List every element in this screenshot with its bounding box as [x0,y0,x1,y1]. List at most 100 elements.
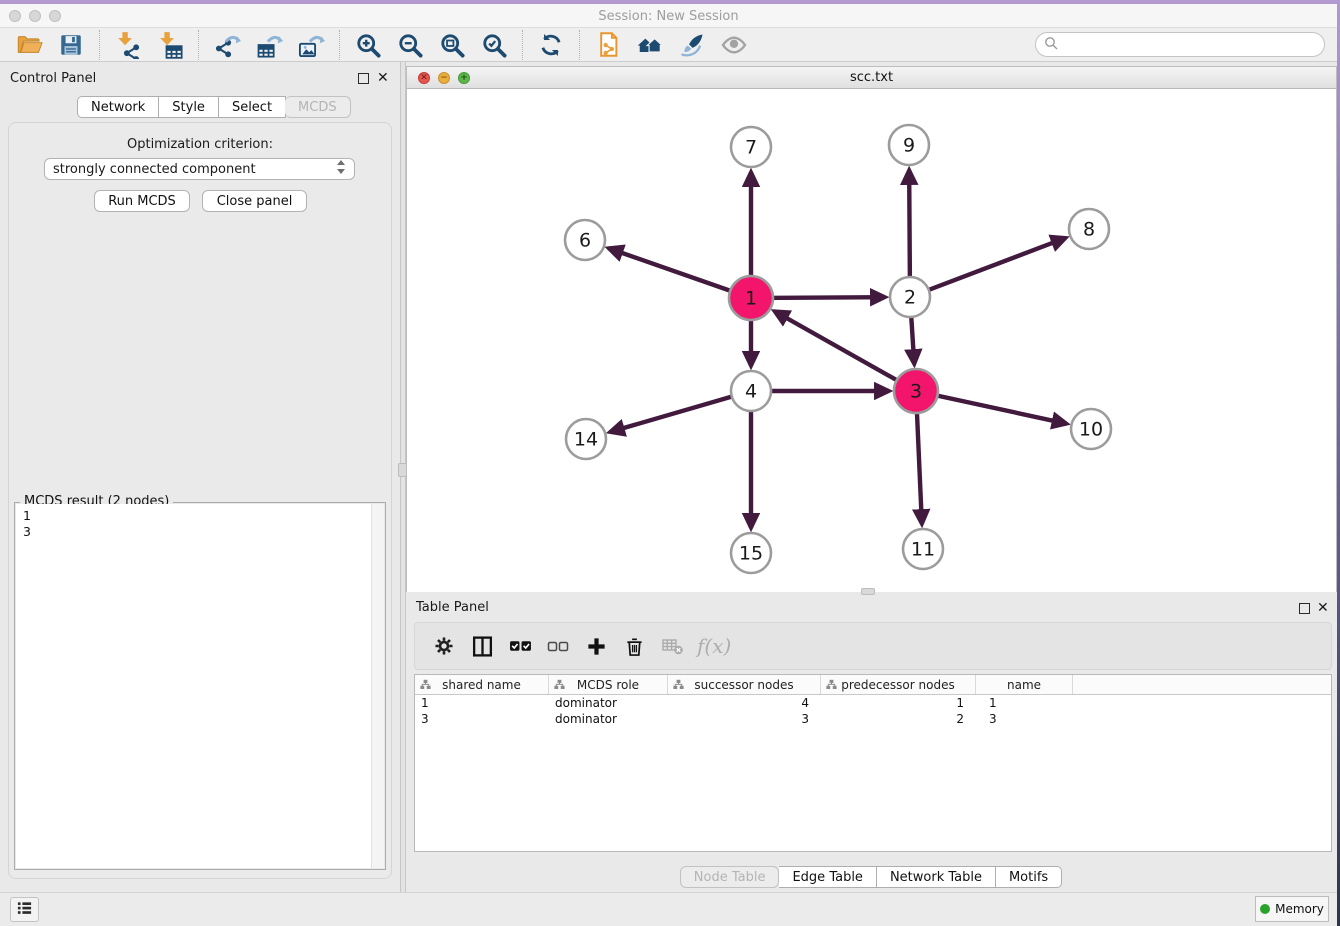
memory-button[interactable]: Memory [1255,896,1329,922]
control-panel-float-icon[interactable] [358,73,369,84]
zoom-fit-icon[interactable] [437,30,467,60]
graph-node-label: 11 [911,539,935,561]
table-panel-close-icon[interactable]: ✕ [1317,602,1329,614]
export-table-icon[interactable] [254,30,284,60]
open-session-icon[interactable] [14,30,44,60]
plus-icon[interactable] [582,632,610,660]
toolbar-separator [99,30,100,60]
tab-node-table[interactable]: Node Table [680,866,780,888]
home-icon[interactable] [635,30,665,60]
graph-node-label: 15 [739,543,763,565]
toolbar-separator [198,30,199,60]
graph-node-label: 9 [903,135,915,157]
zoom-in-icon[interactable] [353,30,383,60]
main-toolbar [0,28,1337,62]
export-image-icon[interactable] [296,30,326,60]
graph-node-label: 2 [904,287,916,309]
graph-node-label: 8 [1083,219,1095,241]
table-cell[interactable]: 2 [821,711,976,727]
mcds-result-scrollbar[interactable] [371,504,384,868]
mcds-result-line: 1 [23,508,31,524]
control-panel-close-icon[interactable]: ✕ [377,72,389,84]
control-panel-title: Control Panel [10,71,96,86]
table-cell[interactable]: 4 [668,695,821,711]
gear-icon[interactable] [430,632,458,660]
table-cell[interactable]: 3 [668,711,821,727]
table-panel-title: Table Panel [416,600,489,615]
eye-icon [719,30,749,60]
tab-network-table[interactable]: Network Table [877,866,996,888]
graph-node-label: 10 [1079,419,1103,441]
mcds-result-textarea[interactable]: 13 [16,504,384,868]
edge-3-1[interactable] [775,311,916,391]
network-window-titlebar[interactable]: ✕ − + scc.txt [407,67,1336,89]
table-toolbar: f(x) [414,622,1332,670]
table-row[interactable]: 3dominator323 [415,711,1331,727]
network-canvas[interactable]: 7968124314101511 [407,89,1336,592]
export-network-icon[interactable] [212,30,242,60]
import-network-icon[interactable] [113,30,143,60]
column-header-predecessor-nodes[interactable]: predecessor nodes [821,675,976,694]
toolbar-separator [339,30,340,60]
zoom-selected-icon[interactable] [479,30,509,60]
graph-node-label: 3 [910,381,922,403]
table-cell[interactable]: 3 [976,711,1073,727]
optimization-criterion-label: Optimization criterion: [8,137,392,152]
search-box[interactable] [1035,32,1325,57]
column-header-label: shared name [442,678,521,692]
column-header-successor-nodes[interactable]: successor nodes [668,675,821,694]
trash-icon[interactable] [620,632,648,660]
table-cell[interactable]: dominator [549,695,668,711]
table-cell[interactable]: 3 [415,711,549,727]
table-row[interactable]: 1dominator411 [415,695,1331,711]
fx-icon: f(x) [697,634,731,658]
select-all-icon[interactable] [506,632,534,660]
graph-node-label: 7 [745,137,757,159]
graph-node-label: 14 [574,429,598,451]
graph-node-label: 6 [579,230,591,252]
search-icon [1044,36,1058,54]
splitter-handle-bottom[interactable] [861,588,875,595]
column-header-mcds-role[interactable]: MCDS role [549,675,668,694]
tab-network[interactable]: Network [77,96,159,118]
column-tree-icon [420,679,431,693]
edge-2-8[interactable] [910,238,1066,297]
table-cell[interactable]: 1 [415,695,549,711]
network-window-title: scc.txt [407,70,1336,85]
network-window: ✕ − + scc.txt 7968124314101511 [406,66,1337,592]
node-table: shared name MCDS role successor nodes prede… [414,674,1332,852]
toolbar-separator [522,30,523,60]
column-header-shared-name[interactable]: shared name [415,675,549,694]
columns-icon[interactable] [468,632,496,660]
mcds-result-line: 3 [23,524,31,540]
run-mcds-button[interactable]: Run MCDS [94,190,190,212]
optimization-criterion-select[interactable]: strongly connected component [44,158,355,180]
table-panel-tabs: Node TableEdge TableNetwork TableMotifs [406,866,1337,888]
deselect-all-icon[interactable] [544,632,572,660]
task-history-button[interactable] [10,897,39,922]
tab-motifs[interactable]: Motifs [996,866,1062,888]
column-header-name[interactable]: name [976,675,1073,694]
import-table-icon[interactable] [155,30,185,60]
table-cell[interactable]: 1 [821,695,976,711]
tab-style[interactable]: Style [159,96,219,118]
tab-mcds[interactable]: MCDS [285,96,351,118]
table-panel-float-icon[interactable] [1299,603,1310,614]
search-input[interactable] [1058,35,1324,55]
tab-select[interactable]: Select [219,96,286,118]
close-panel-button[interactable]: Close panel [202,190,307,212]
tab-edge-table[interactable]: Edge Table [779,866,876,888]
edge-4-14[interactable] [610,391,751,432]
save-session-icon[interactable] [56,30,86,60]
column-header-label: MCDS role [577,678,639,692]
table-header-row: shared name MCDS role successor nodes prede… [415,675,1331,695]
zoom-out-icon[interactable] [395,30,425,60]
paintbrush-icon[interactable] [677,30,707,60]
table-cell[interactable]: dominator [549,711,668,727]
control-panel-tabs: NetworkStyleSelectMCDS [77,96,351,118]
graph-node-label: 4 [745,381,757,403]
refresh-icon[interactable] [536,30,566,60]
table-cell[interactable]: 1 [976,695,1073,711]
column-header-label: successor nodes [694,678,793,692]
clone-network-icon[interactable] [593,30,623,60]
